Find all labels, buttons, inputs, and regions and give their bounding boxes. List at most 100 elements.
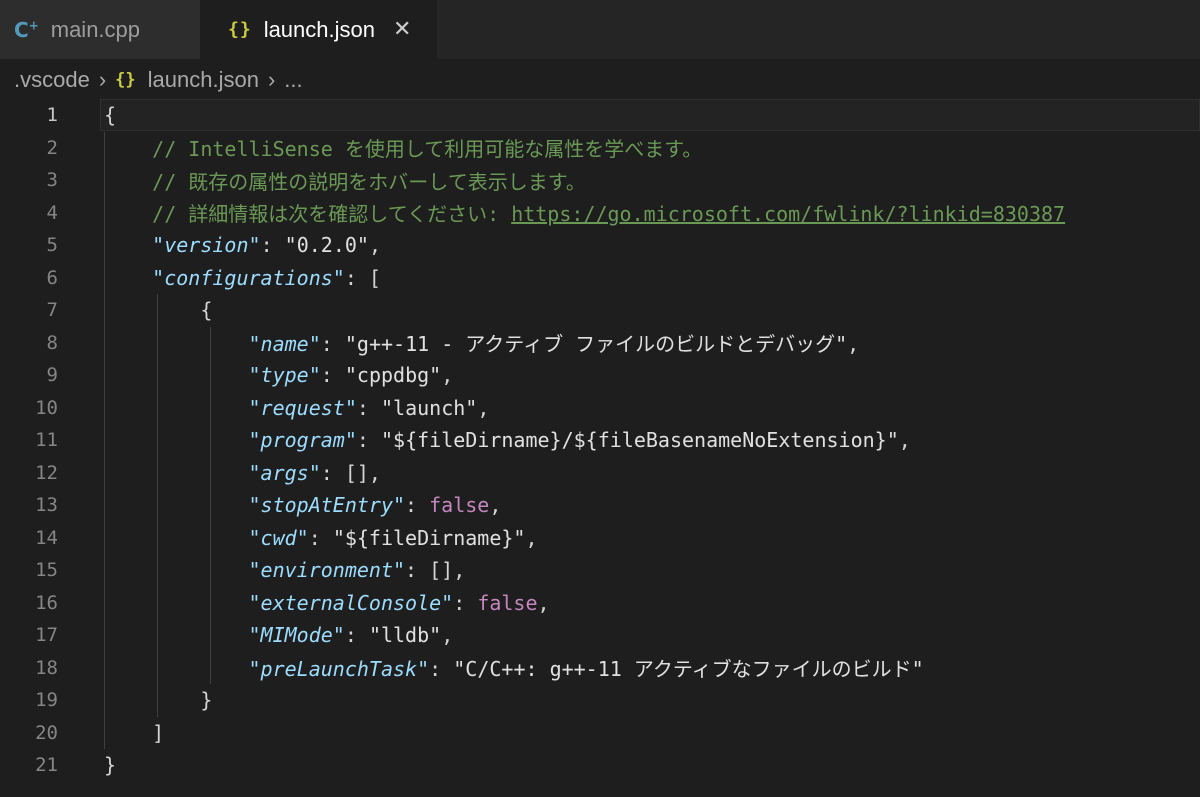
code-line[interactable]: 13 "stopAtEntry": false, — [0, 489, 1200, 522]
code-line[interactable]: 18 "preLaunchTask": "C/C++: g++-11 アクティブ… — [0, 652, 1200, 685]
code-token: " — [308, 460, 321, 485]
code-token: externalConsole — [260, 590, 442, 615]
code-token: : — [344, 623, 369, 648]
code-token: " — [308, 332, 321, 357]
code-token: } — [104, 753, 117, 778]
code-token: " — [152, 233, 165, 258]
code-token: " — [393, 558, 406, 583]
breadcrumb: .vscode › {} launch.json › ... — [14, 62, 303, 98]
code-line[interactable]: 20 ] — [0, 717, 1200, 750]
code-text: } — [104, 688, 212, 712]
code-token: preLaunchTask — [260, 657, 418, 682]
code-token: request — [260, 395, 345, 420]
code-line[interactable]: 15 "environment": [], — [0, 554, 1200, 587]
tab-main-cpp[interactable]: C+ main.cpp — [0, 0, 200, 59]
code-line[interactable]: 16 "externalConsole": false, — [0, 587, 1200, 620]
code-token: args — [260, 460, 309, 485]
code-line[interactable]: 21} — [0, 749, 1200, 782]
code-token: , — [898, 428, 911, 453]
code-token: " — [248, 460, 261, 485]
line-number: 4 — [46, 201, 58, 224]
code-line[interactable]: 4 // 詳細情報は次を確認してください: https://go.microso… — [0, 197, 1200, 230]
line-number: 2 — [46, 136, 58, 159]
code-line[interactable]: 1{ — [0, 99, 1200, 132]
code-token: false — [429, 493, 490, 518]
chevron-right-icon: › — [98, 67, 107, 92]
code-token: " — [248, 590, 261, 615]
code-text: // IntelliSense を使用して利用可能な属性を学べます。 — [104, 133, 702, 162]
code-token: : — [405, 493, 430, 518]
line-number: 15 — [35, 559, 58, 582]
code-token: // 詳細情報は次を確認してください: — [152, 202, 512, 227]
code-token: " — [248, 558, 261, 583]
breadcrumb-more[interactable]: ... — [284, 67, 302, 93]
code-line[interactable]: 2 // IntelliSense を使用して利用可能な属性を学べます。 — [0, 132, 1200, 165]
code-line[interactable]: 9 "type": "cppdbg", — [0, 359, 1200, 392]
code-token: "cppdbg" — [344, 363, 442, 388]
breadcrumb-folder[interactable]: .vscode — [14, 67, 90, 93]
line-number: 8 — [46, 331, 58, 354]
code-text: "program": "${fileDirname}/${fileBasenam… — [104, 428, 911, 452]
code-token: " — [248, 623, 261, 648]
code-line[interactable]: 7 { — [0, 294, 1200, 327]
line-number: 16 — [35, 591, 58, 614]
code-line[interactable]: 5 "version": "0.2.0", — [0, 229, 1200, 262]
code-token: { — [104, 103, 117, 128]
code-token: , — [489, 493, 502, 518]
code-link[interactable]: https://go.microsoft.com/fwlink/?linkid=… — [511, 202, 1065, 226]
code-token: "0.2.0" — [284, 233, 369, 258]
code-line[interactable]: 3 // 既存の属性の説明をホバーして表示します。 — [0, 164, 1200, 197]
code-token: " — [248, 233, 261, 258]
code-token: " — [248, 657, 261, 682]
code-token: , — [525, 525, 538, 550]
code-token: // IntelliSense を使用して利用可能な属性を学べます。 — [152, 137, 703, 162]
chevron-right-icon: › — [267, 67, 276, 92]
code-text: "stopAtEntry": false, — [104, 493, 502, 518]
code-token: , — [537, 590, 550, 615]
breadcrumb-file[interactable]: launch.json — [148, 67, 259, 93]
code-token: : — [453, 590, 478, 615]
line-number: 6 — [46, 266, 58, 289]
code-token: "${fileDirname}/${fileBasenameNoExtensio… — [380, 428, 899, 453]
line-number: 3 — [46, 169, 58, 192]
line-number: 11 — [35, 429, 58, 452]
code-token: : — [260, 233, 285, 258]
code-line[interactable]: 11 "program": "${fileDirname}/${fileBase… — [0, 424, 1200, 457]
close-icon[interactable]: ✕ — [393, 17, 411, 42]
tab-launch-json[interactable]: {} launch.json ✕ — [200, 0, 437, 59]
code-token: , — [441, 363, 454, 388]
line-number: 1 — [46, 104, 58, 127]
code-text: "request": "launch", — [104, 395, 490, 420]
code-line[interactable]: 14 "cwd": "${fileDirname}", — [0, 522, 1200, 555]
code-line[interactable]: 19 } — [0, 684, 1200, 717]
code-text: "type": "cppdbg", — [104, 363, 454, 388]
code-text: "version": "0.2.0", — [104, 233, 381, 257]
code-token: : — [356, 428, 381, 453]
code-token: " — [248, 332, 261, 357]
code-line[interactable]: 8 "name": "g++-11 - アクティブ ファイルのビルドとデバッグ"… — [0, 327, 1200, 360]
code-line[interactable]: 12 "args": [], — [0, 457, 1200, 490]
code-line[interactable]: 6 "configurations": [ — [0, 262, 1200, 295]
code-token: , — [477, 395, 490, 420]
code-token: " — [344, 428, 357, 453]
code-token: } — [104, 688, 213, 713]
code-editor[interactable]: 1{2 // IntelliSense を使用して利用可能な属性を学べます。 3 … — [0, 99, 1200, 797]
code-line[interactable]: 17 "MIMode": "lldb", — [0, 619, 1200, 652]
code-token: " — [417, 657, 430, 682]
code-token: " — [296, 525, 309, 550]
code-token: program — [260, 428, 345, 453]
code-token: "C/C++: g++-11 アクティブなファイルのビルド" — [453, 657, 924, 682]
cpp-icon: C+ — [14, 17, 39, 42]
code-line[interactable]: 10 "request": "launch", — [0, 392, 1200, 425]
code-token: " — [248, 395, 261, 420]
